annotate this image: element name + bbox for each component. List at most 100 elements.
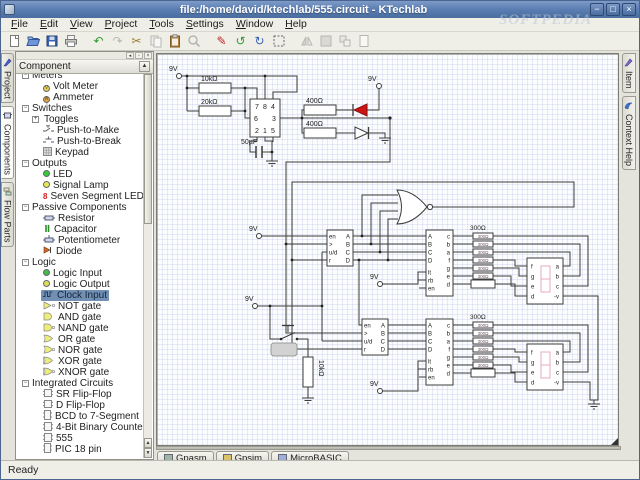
svg-text:d: d xyxy=(447,283,450,289)
sidebar-item-pic-18-pin[interactable]: PIC 18 pin xyxy=(17,444,143,455)
binary-counter-2[interactable]: en > u/d r A B C D xyxy=(362,319,388,355)
sidebar-item-wrap: NOT gate xyxy=(41,301,103,312)
sidebar-item-555[interactable]: 555 xyxy=(17,433,143,444)
bcd-to-7-segment-1[interactable]: A B C D lt rb en c b a f g e d xyxy=(426,230,453,296)
collapse-icon[interactable]: − xyxy=(22,74,29,79)
collapse-icon[interactable]: − xyxy=(22,105,29,112)
led[interactable] xyxy=(353,104,367,116)
sidebar-item-diode[interactable]: Diode xyxy=(17,246,143,257)
select-region-button[interactable] xyxy=(270,33,288,50)
sidebar-item-xnor-gate[interactable]: XNOR gate xyxy=(17,367,143,378)
circuit-canvas[interactable]: 9V 9V 9V 9V 9V 9V 10kΩ 20kΩ xyxy=(156,53,619,446)
scrollbar-thumb[interactable] xyxy=(144,74,152,224)
circuit-schematic[interactable]: 9V 9V 9V 9V 9V 9V 10kΩ 20kΩ xyxy=(157,54,620,447)
new-file-button[interactable] xyxy=(5,33,23,50)
dock-restore-icon[interactable]: ▫ xyxy=(135,52,143,59)
sidebar-item-bcd-to-7-segment[interactable]: BCD to 7-Segment xyxy=(17,411,143,422)
sidebar-item-resistor[interactable]: Resistor xyxy=(17,213,143,224)
print-button[interactable] xyxy=(62,33,80,50)
capacitor[interactable] xyxy=(256,146,262,158)
sidebar-tab-components[interactable]: Components xyxy=(1,106,14,179)
sidebar-item-keypad[interactable]: Keypad xyxy=(17,147,143,158)
open-file-button[interactable] xyxy=(24,33,42,50)
dock-left-icon[interactable]: ◂ xyxy=(126,52,134,59)
sidebar-group-meters[interactable]: −Meters xyxy=(17,74,143,81)
sidebar-item-led[interactable]: LED xyxy=(17,169,143,180)
cut-button[interactable]: ✂ xyxy=(128,33,146,50)
maximize-button[interactable]: □ xyxy=(606,3,620,16)
sidebar-item-capacitor[interactable]: Capacitor xyxy=(17,224,143,235)
paste-button[interactable] xyxy=(166,33,184,50)
sidebar-group-passive-components[interactable]: −Passive Components xyxy=(17,202,143,213)
scrollbar-up-button[interactable]: ▲ xyxy=(144,438,152,448)
sidebar-item-clock-input[interactable]: Clock Input xyxy=(17,290,143,301)
menu-view[interactable]: View xyxy=(64,18,99,31)
expand-icon[interactable]: + xyxy=(32,116,39,123)
sidebar-item-logic-output[interactable]: Logic Output xyxy=(17,279,143,290)
close-button[interactable]: × xyxy=(622,3,636,16)
seven-segment-display-1[interactable]: f g e d a b c -v xyxy=(527,258,563,304)
menu-project[interactable]: Project xyxy=(99,18,144,31)
svg-text:g: g xyxy=(531,361,534,367)
menu-help[interactable]: Help xyxy=(279,18,313,31)
clock-input-icon xyxy=(43,290,54,301)
sidebar-group-integrated-circuits[interactable]: −Integrated Circuits xyxy=(17,378,143,389)
sidebar-item-toggles[interactable]: +Toggles xyxy=(17,114,143,125)
sidebar-group-switches[interactable]: −Switches xyxy=(17,103,143,114)
sidebar-item-d-flip-flop[interactable]: D Flip-Flop xyxy=(17,400,143,411)
collapse-icon[interactable]: − xyxy=(22,204,29,211)
save-button[interactable] xyxy=(43,33,61,50)
sidebar-scrollbar[interactable]: ▲ ▼ xyxy=(143,74,152,458)
rotate-ccw-button[interactable]: ↺ xyxy=(232,33,250,50)
sidebar-item-wrap: XOR gate xyxy=(41,356,104,367)
sidebar-item-sr-flip-flop[interactable]: SR Flip-Flop xyxy=(17,389,143,400)
menu-settings[interactable]: Settings xyxy=(180,18,230,31)
right-tab-context-help[interactable]: Context Help xyxy=(622,96,636,170)
sidebar-tab-project[interactable]: Project xyxy=(1,53,14,103)
sidebar-item-nor-gate[interactable]: NOR gate xyxy=(17,345,143,356)
dock-close-icon[interactable]: × xyxy=(144,52,152,59)
sidebar-item-4-bit-binary-counter[interactable]: 4-Bit Binary Counter xyxy=(17,422,143,433)
sidebar-tab-flow-parts[interactable]: Flow Parts xyxy=(1,182,14,247)
push-to-make-switch[interactable] xyxy=(271,326,298,357)
bcd-to-7-segment-2[interactable]: A B C D lt rb en c b a f g e d xyxy=(426,319,453,385)
sidebar-item-or-gate[interactable]: OR gate xyxy=(17,334,143,345)
sidebar-item-potentiometer[interactable]: Potentiometer xyxy=(17,235,143,246)
sidebar-item-and-gate[interactable]: AND gate xyxy=(17,312,143,323)
sidebar-item-nand-gate[interactable]: NAND gate xyxy=(17,323,143,334)
sidebar-item-logic-input[interactable]: Logic Input xyxy=(17,268,143,279)
sidebar-item-push-to-make[interactable]: Push-to-Make xyxy=(17,125,143,136)
ic-555[interactable]: 7 8 4 6 3 2 1 5 xyxy=(250,99,280,137)
sidebar-item-not-gate[interactable]: NOT gate xyxy=(17,301,143,312)
title-bar[interactable]: file:/home/david/ktechlab/555.circuit - … xyxy=(1,1,639,18)
collapse-icon[interactable]: − xyxy=(22,380,29,387)
rotate-cw-button[interactable]: ↻ xyxy=(251,33,269,50)
menu-window[interactable]: Window xyxy=(230,18,279,31)
sidebar-item-wrap: SR Flip-Flop xyxy=(41,389,114,400)
sidebar-group-logic[interactable]: −Logic xyxy=(17,257,143,268)
scroll-up-button[interactable]: ▲ xyxy=(139,61,150,72)
sidebar-item-ammeter[interactable]: AAmmeter xyxy=(17,92,143,103)
toolbar-separator xyxy=(203,33,212,50)
right-tab-item[interactable]: Item xyxy=(622,53,636,93)
sidebar-group-outputs[interactable]: −Outputs xyxy=(17,158,143,169)
collapse-icon[interactable]: − xyxy=(22,160,29,167)
menu-edit[interactable]: Edit xyxy=(34,18,64,31)
collapse-icon[interactable]: − xyxy=(22,259,29,266)
seven-segment-display-2[interactable]: f g e d a b c -v xyxy=(527,344,563,390)
minimize-button[interactable]: − xyxy=(590,3,604,16)
sidebar-item-xor-gate[interactable]: XOR gate xyxy=(17,356,143,367)
sidebar-item-volt-meter[interactable]: VVolt Meter xyxy=(17,81,143,92)
binary-counter-1[interactable]: en > u/d r A B C D xyxy=(327,230,353,266)
draw-pen-button[interactable]: ✎ xyxy=(213,33,231,50)
menu-file[interactable]: File xyxy=(5,18,34,31)
canvas-resize-handle[interactable] xyxy=(611,438,618,445)
sidebar-item-signal-lamp[interactable]: Signal Lamp xyxy=(17,180,143,191)
diode[interactable] xyxy=(355,127,369,139)
menu-tools[interactable]: Tools xyxy=(143,18,180,31)
sidebar-item-seven-segment-led[interactable]: 8Seven Segment LED xyxy=(17,191,143,202)
sidebar-item-push-to-break[interactable]: Push-to-Break xyxy=(17,136,143,147)
undo-button[interactable]: ↶ xyxy=(90,33,108,50)
nor-gate[interactable] xyxy=(397,190,433,224)
scrollbar-down-button[interactable]: ▼ xyxy=(144,448,152,458)
